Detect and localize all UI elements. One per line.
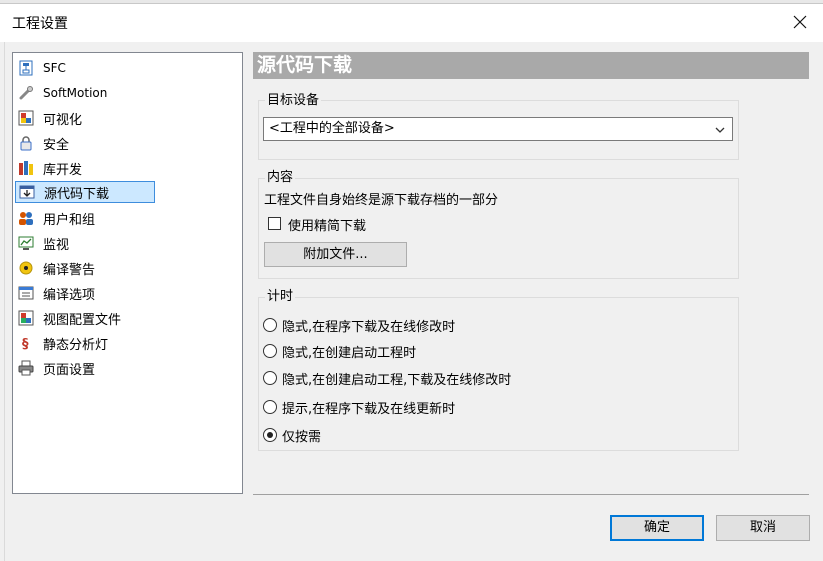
svg-text:§: § bbox=[22, 337, 29, 351]
category-label: 页面设置 bbox=[43, 362, 96, 378]
timing-radio-4[interactable] bbox=[263, 400, 277, 414]
timing-label: 计时 bbox=[265, 289, 296, 305]
compile-options-icon bbox=[17, 284, 35, 302]
category-label: 用户和组 bbox=[43, 212, 96, 228]
chevron-down-icon bbox=[714, 122, 726, 144]
users-icon bbox=[17, 209, 35, 227]
cancel-button[interactable]: 取消 bbox=[716, 515, 810, 541]
category-list[interactable]: SFC SoftMotion 可视化 安全 库开发 源代码下载 用户和组 监视 … bbox=[12, 52, 243, 494]
close-icon bbox=[793, 15, 807, 29]
category-item-compile-options[interactable]: 编译选项 bbox=[15, 282, 155, 304]
timing-radio-3[interactable] bbox=[263, 371, 277, 385]
category-item-softmotion[interactable]: SoftMotion bbox=[15, 82, 155, 104]
category-label: 源代码下载 bbox=[44, 186, 110, 202]
timing-option-label[interactable]: 隐式,在程序下载及在线修改时 bbox=[282, 316, 455, 335]
category-item-page-setup[interactable]: 页面设置 bbox=[15, 357, 155, 379]
static-analysis-icon: § bbox=[17, 334, 35, 352]
category-label: 库开发 bbox=[43, 162, 83, 178]
attach-files-button[interactable]: 附加文件... bbox=[264, 242, 407, 267]
lock-icon bbox=[17, 134, 35, 152]
category-label: SFC bbox=[43, 61, 66, 75]
category-item-security[interactable]: 安全 bbox=[15, 132, 155, 154]
content-label: 内容 bbox=[265, 170, 296, 186]
warning-icon bbox=[17, 259, 35, 277]
category-label: 监视 bbox=[43, 237, 70, 253]
timing-option-label[interactable]: 隐式,在创建启动工程,下载及在线修改时 bbox=[282, 369, 511, 388]
category-item-sfc[interactable]: SFC bbox=[15, 57, 155, 79]
category-item-view-profile[interactable]: 视图配置文件 bbox=[15, 307, 155, 329]
close-button[interactable] bbox=[785, 8, 815, 36]
category-item-visualization[interactable]: 可视化 bbox=[15, 107, 155, 129]
category-item-users-groups[interactable]: 用户和组 bbox=[15, 207, 155, 229]
visualization-icon bbox=[17, 109, 35, 127]
category-label: 静态分析灯 bbox=[43, 337, 109, 353]
timing-radio-2[interactable] bbox=[263, 344, 277, 358]
left-edge bbox=[0, 42, 5, 561]
window-title: 工程设置 bbox=[12, 16, 68, 32]
timing-radio-1[interactable] bbox=[263, 318, 277, 332]
printer-icon bbox=[17, 359, 35, 377]
category-item-monitoring[interactable]: 监视 bbox=[15, 232, 155, 254]
sfc-icon bbox=[17, 59, 35, 77]
timing-option-label[interactable]: 仅按需 bbox=[282, 426, 321, 445]
category-item-compile-warnings[interactable]: 编译警告 bbox=[15, 257, 155, 279]
compact-download-checkbox[interactable] bbox=[268, 217, 281, 230]
category-label: 安全 bbox=[43, 137, 70, 153]
timing-option-label[interactable]: 隐式,在创建启动工程时 bbox=[282, 342, 416, 361]
category-label: 视图配置文件 bbox=[43, 312, 122, 328]
category-label: 编译警告 bbox=[43, 262, 96, 278]
content-description: 工程文件自身始终是源下载存档的一部分 bbox=[264, 193, 499, 208]
panel-title: 源代码下载 bbox=[253, 52, 809, 79]
category-item-library-dev[interactable]: 库开发 bbox=[15, 157, 155, 179]
target-device-value: <工程中的全部设备> bbox=[269, 121, 395, 136]
target-device-select[interactable]: <工程中的全部设备> bbox=[263, 117, 733, 141]
title-bar: 工程设置 bbox=[0, 4, 823, 42]
ok-button[interactable]: 确定 bbox=[610, 515, 704, 541]
timing-radio-5[interactable] bbox=[263, 428, 277, 442]
monitor-icon bbox=[17, 234, 35, 252]
radio-selected-dot bbox=[267, 432, 273, 438]
timing-option-label[interactable]: 提示,在程序下载及在线更新时 bbox=[282, 398, 455, 417]
category-item-source-download[interactable]: 源代码下载 bbox=[15, 181, 155, 203]
category-label: SoftMotion bbox=[43, 86, 108, 100]
footer-separator bbox=[253, 494, 809, 495]
library-icon bbox=[17, 159, 35, 177]
view-profile-icon bbox=[17, 309, 35, 327]
target-device-label: 目标设备 bbox=[265, 93, 322, 109]
category-label: 编译选项 bbox=[43, 287, 96, 303]
category-label: 可视化 bbox=[43, 112, 83, 128]
category-item-static-analysis[interactable]: § 静态分析灯 bbox=[15, 332, 155, 354]
compact-download-label[interactable]: 使用精简下载 bbox=[288, 215, 366, 234]
source-download-icon bbox=[18, 183, 36, 201]
softmotion-icon bbox=[17, 84, 35, 102]
